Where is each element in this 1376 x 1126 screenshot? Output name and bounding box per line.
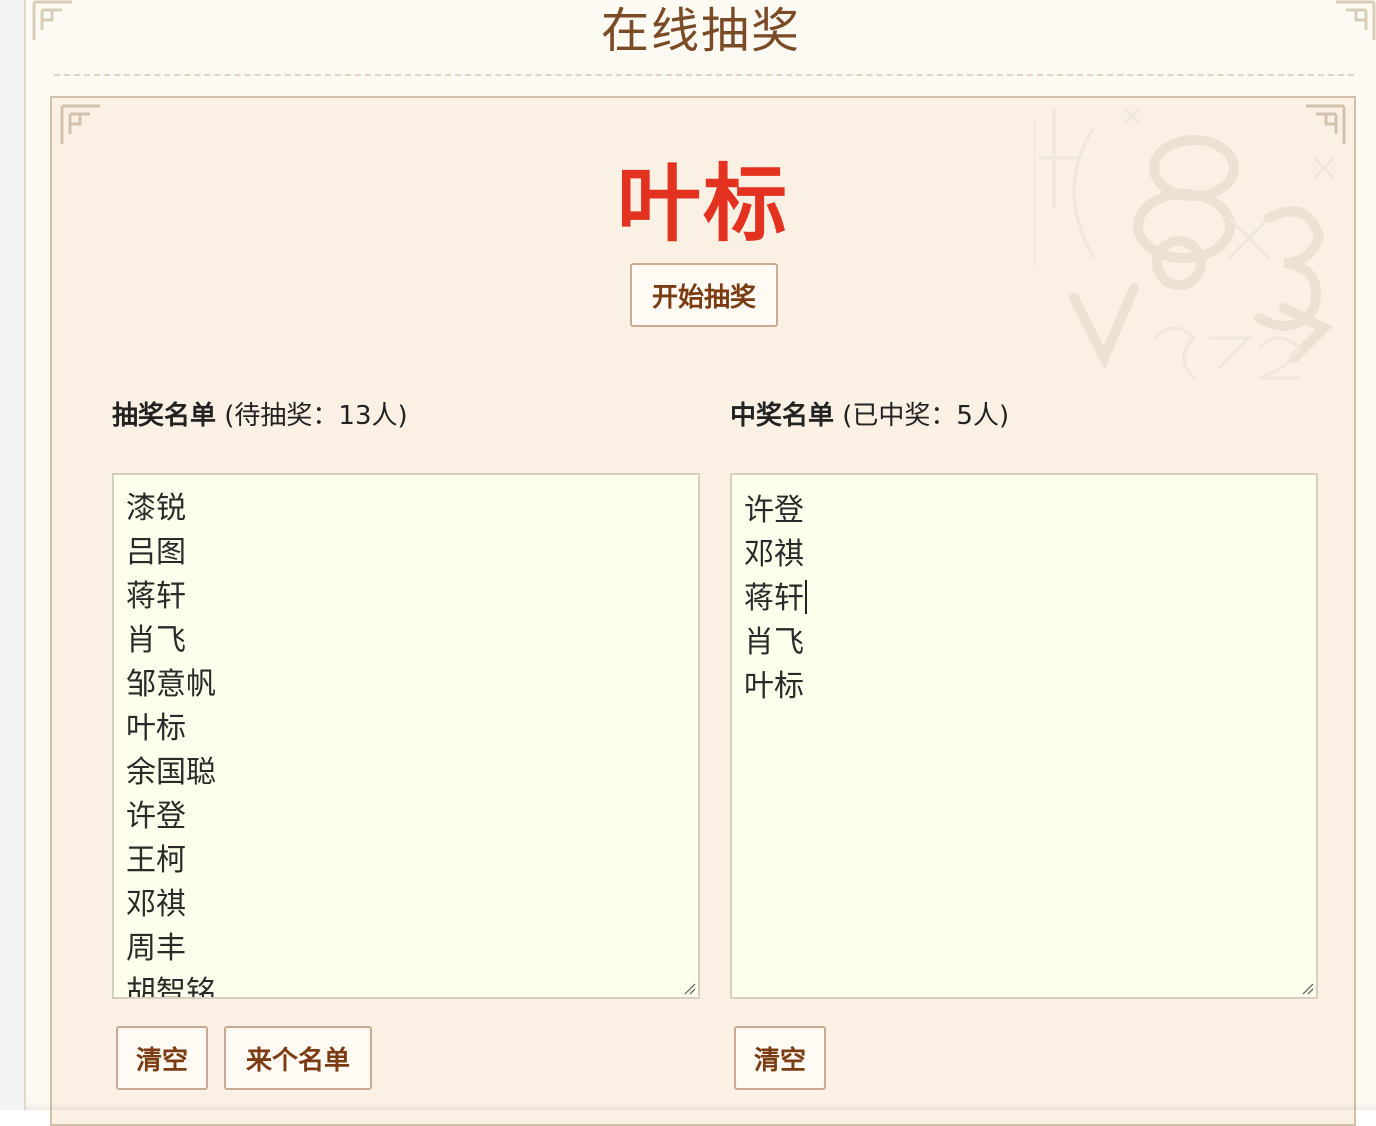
clear-pool-button[interactable]: 清空 — [116, 1026, 208, 1090]
pool-name-line: 吕图 — [126, 535, 186, 570]
current-winner-display: 叶标 — [616, 155, 789, 253]
outer-panel: 在线抽奖 叶标 开始抽奖 抽奖名单 (待抽奖：13人) 中奖名单 (已中奖：5人… — [26, 0, 1376, 1126]
winner-name-line: 叶标 — [744, 669, 804, 704]
pool-name-line: 余国聪 — [126, 755, 216, 790]
pool-heading: 抽奖名单 (待抽奖：13人) — [112, 398, 408, 434]
pool-name-line: 蒋轩 — [126, 579, 186, 614]
winners-heading: 中奖名单 (已中奖：5人) — [730, 398, 1009, 434]
winners-heading-count: (已中奖：5人) — [834, 401, 1010, 431]
pool-name-line: 周丰 — [126, 931, 186, 966]
pool-name-line: 邓祺 — [126, 887, 186, 922]
text-caret — [805, 580, 807, 614]
winner-name-line: 肖飞 — [744, 625, 804, 660]
pool-heading-title: 抽奖名单 — [112, 401, 217, 431]
pool-name-line: 叶标 — [126, 711, 186, 746]
load-sample-list-button[interactable]: 来个名单 — [224, 1026, 372, 1090]
winner-name-text: 蒋轩 — [744, 581, 804, 616]
clear-winners-button[interactable]: 清空 — [734, 1026, 826, 1090]
winner-name-line: 许登 — [744, 493, 804, 528]
corner-ornament-icon — [1306, 104, 1346, 144]
lottery-panel: 叶标 开始抽奖 抽奖名单 (待抽奖：13人) 中奖名单 (已中奖：5人) 漆锐 … — [50, 96, 1356, 1126]
winners-heading-title: 中奖名单 — [730, 401, 835, 431]
pool-heading-count: (待抽奖：13人) — [216, 401, 408, 431]
start-draw-button[interactable]: 开始抽奖 — [630, 263, 778, 327]
resize-grip-icon[interactable] — [1300, 981, 1314, 995]
pool-name-line: 漆锐 — [126, 491, 186, 526]
pool-name-line: 肖飞 — [126, 623, 186, 658]
pool-textarea[interactable]: 漆锐 吕图 蒋轩 肖飞 邹意帆 叶标 余国聪 许登 王柯 邓祺 周丰 胡智铭 — [112, 473, 700, 999]
title-divider — [54, 74, 1354, 76]
bottom-shadow — [26, 1102, 1376, 1110]
winner-name-line: 邓祺 — [744, 537, 804, 572]
pool-name-line: 许登 — [126, 799, 186, 834]
resize-grip-icon[interactable] — [682, 981, 696, 995]
page-title: 在线抽奖 — [600, 3, 801, 59]
winners-textarea[interactable]: 许登 邓祺 蒋轩 肖飞 叶标 — [730, 473, 1318, 999]
page-left-rail — [0, 0, 26, 1110]
pool-name-line: 邹意帆 — [126, 667, 216, 702]
winner-name-line: 蒋轩 — [744, 577, 1316, 621]
pool-name-line: 胡智铭 — [126, 975, 216, 999]
corner-ornament-icon — [60, 104, 100, 144]
pool-name-line: 王柯 — [126, 843, 186, 878]
